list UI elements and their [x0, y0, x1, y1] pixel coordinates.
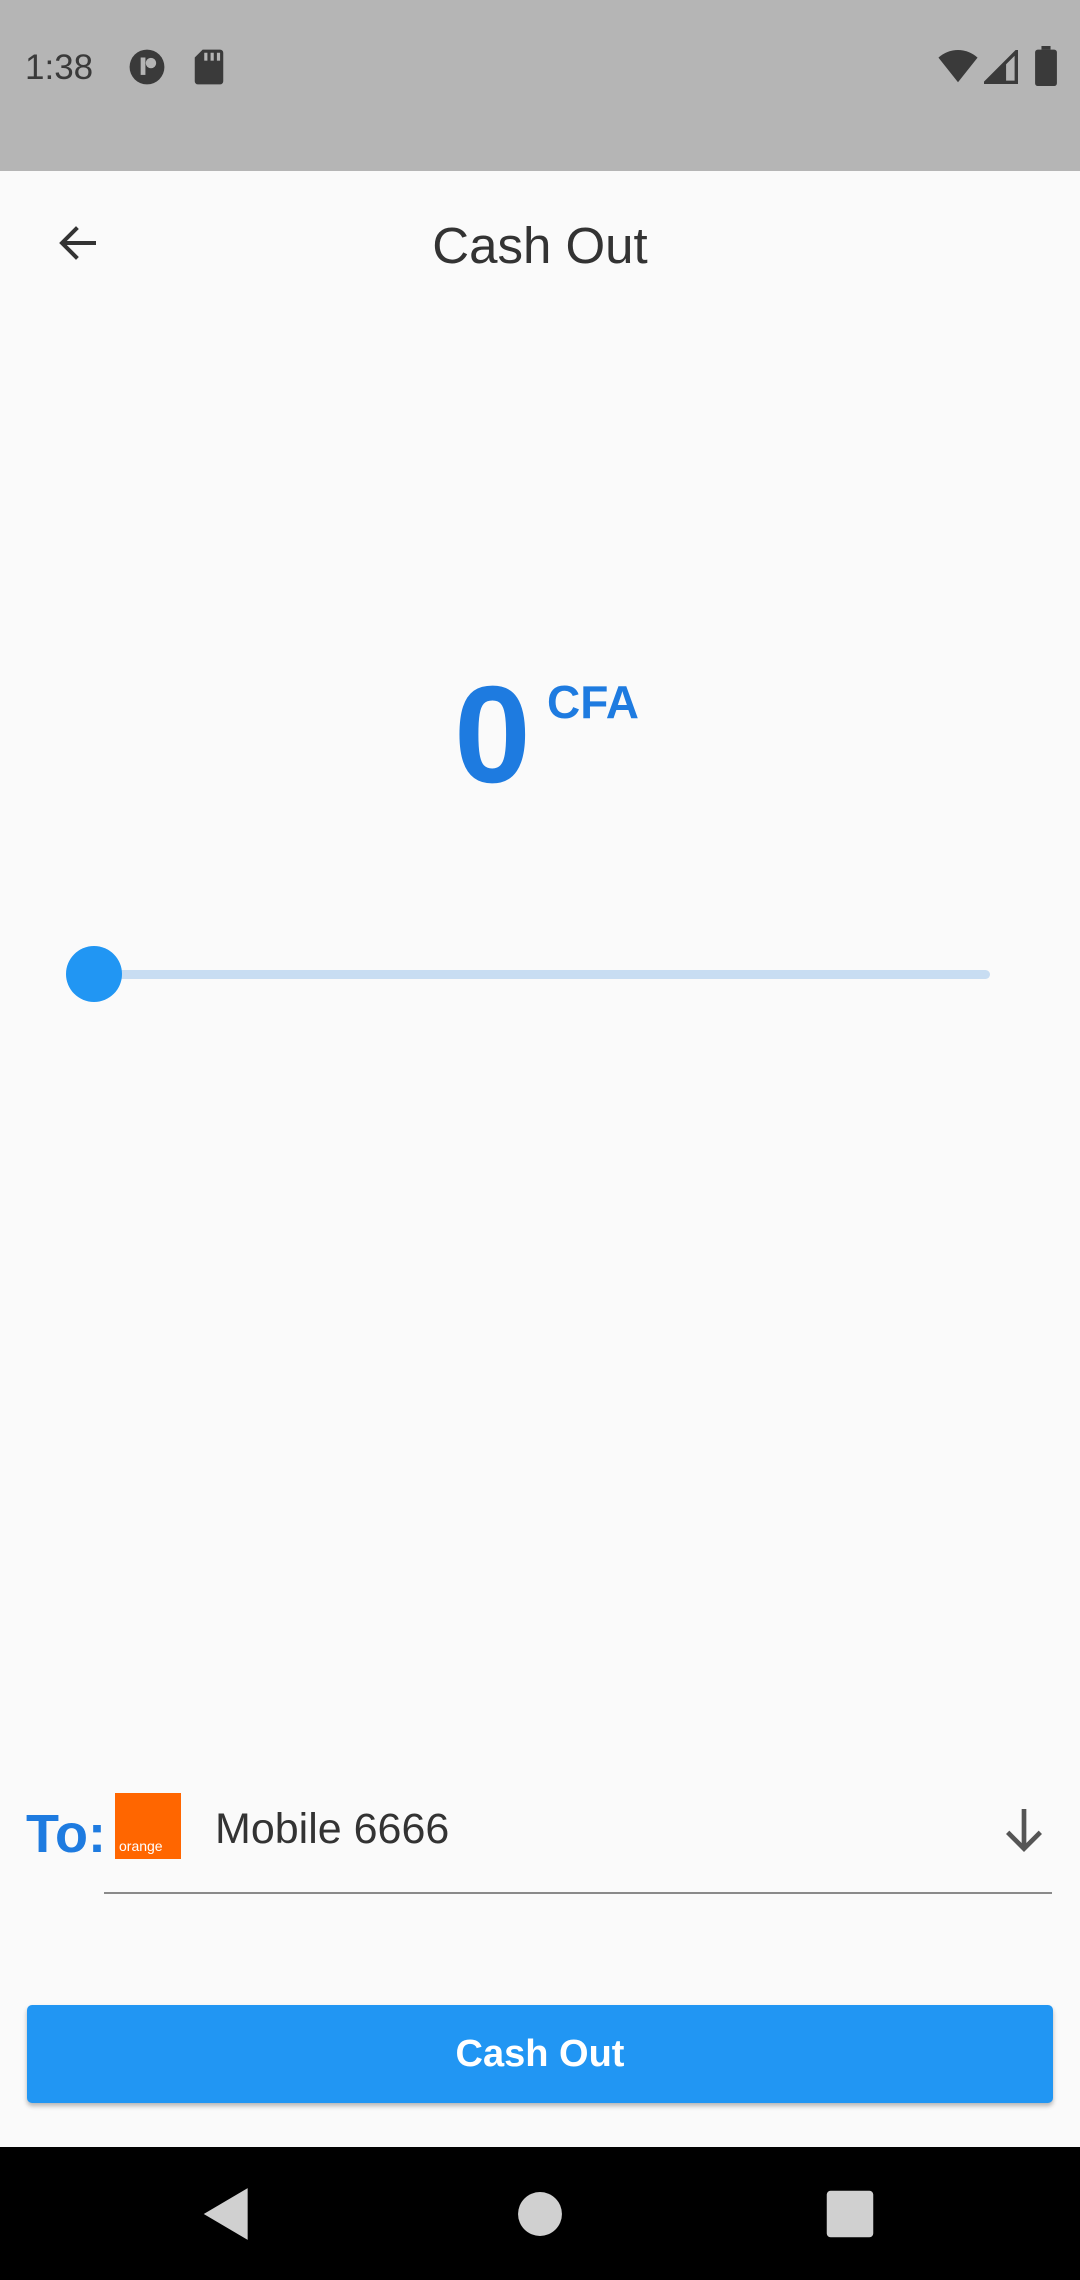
status-bar: 1:38 [0, 0, 1080, 171]
slider-track[interactable] [94, 970, 990, 979]
cash-out-screen: 1:38 Cash Out 0 CFA To: orange Mobile 66… [0, 0, 1080, 2280]
back-triangle-icon[interactable] [196, 2183, 258, 2245]
app-notification-icon [129, 49, 165, 85]
amount-currency: CFA [547, 676, 639, 728]
account-value: Mobile 6666 [215, 1805, 450, 1853]
destination-row: To: orange Mobile 6666 [0, 1790, 1080, 1895]
arrow-down-icon[interactable] [996, 1802, 1052, 1858]
cash-out-button[interactable]: Cash Out [27, 2005, 1053, 2103]
page-title: Cash Out [432, 217, 648, 274]
to-label: To: [26, 1804, 106, 1864]
wifi-icon [938, 50, 978, 83]
amount-value: 0 [454, 658, 531, 812]
account-dropdown[interactable]: Mobile 6666 [104, 1790, 1052, 1894]
battery-icon [1035, 46, 1057, 86]
app-bar: Cash Out [0, 171, 1080, 327]
recents-square-icon[interactable] [819, 2183, 881, 2245]
amount-display: 0 CFA [0, 660, 1080, 810]
cell-signal-icon [984, 50, 1018, 84]
amount-slider[interactable] [66, 946, 990, 1002]
system-nav-bar [0, 2147, 1080, 2280]
slider-thumb[interactable] [66, 946, 122, 1002]
home-circle-icon[interactable] [509, 2183, 571, 2245]
status-time: 1:38 [25, 48, 94, 87]
sd-card-icon [194, 49, 224, 85]
